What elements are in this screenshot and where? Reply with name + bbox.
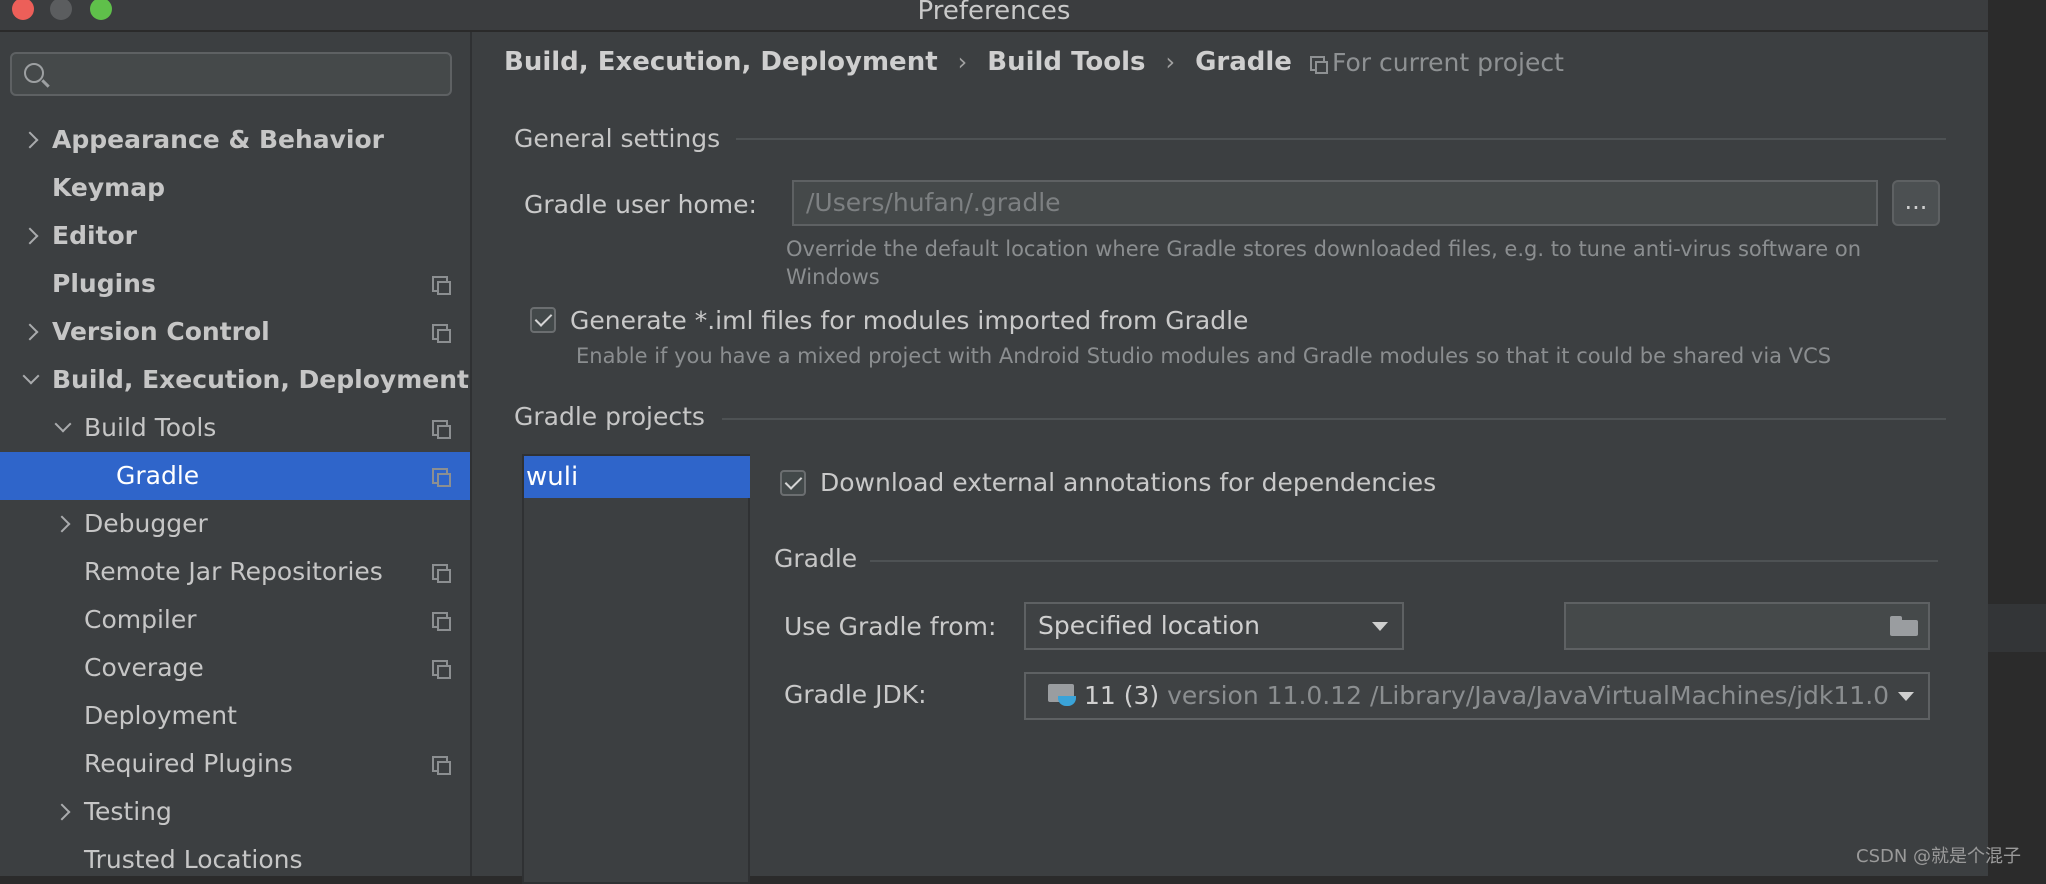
- browse-button[interactable]: ...: [1892, 180, 1940, 226]
- gradle-projects-heading: Gradle projects: [514, 402, 705, 431]
- project-scope-icon: [432, 468, 451, 487]
- hint-line: Windows: [786, 265, 880, 289]
- breadcrumb-separator: ›: [957, 47, 968, 76]
- sidebar-item-label: Debugger: [84, 509, 208, 538]
- use-gradle-from-dropdown[interactable]: Specified location: [1024, 602, 1404, 650]
- scope-label: For current project: [1310, 48, 1564, 77]
- settings-tree: Appearance & Behavior Keymap Editor Plug…: [0, 116, 470, 884]
- chevron-right-icon[interactable]: [22, 308, 42, 356]
- folder-icon[interactable]: [1890, 616, 1918, 636]
- download-annotations-label[interactable]: Download external annotations for depend…: [820, 468, 1436, 497]
- project-scope-icon: [432, 420, 451, 439]
- sidebar-item-debugger[interactable]: Debugger: [0, 500, 470, 548]
- project-scope-icon: [432, 612, 451, 631]
- sidebar-item-label: Build Tools: [84, 413, 217, 442]
- gradle-jdk-label: Gradle JDK:: [784, 680, 927, 709]
- list-item[interactable]: wuli: [524, 456, 750, 498]
- project-scope-icon: [432, 324, 451, 343]
- sidebar-item-keymap[interactable]: Keymap: [0, 164, 470, 212]
- use-gradle-from-label: Use Gradle from:: [784, 612, 997, 641]
- section-divider: [870, 560, 1938, 562]
- sidebar-item-label: Required Plugins: [84, 749, 293, 778]
- project-scope-icon: [432, 660, 451, 679]
- breadcrumb: Build, Execution, Deployment › Build Tools…: [504, 46, 1292, 86]
- sidebar-item-gradle[interactable]: Gradle: [0, 452, 470, 500]
- gradle-subsection-heading: Gradle: [774, 544, 858, 573]
- gradle-jdk-dropdown[interactable]: 11 (3) version 11.0.12 /Library/Java/Jav…: [1024, 672, 1930, 720]
- dropdown-value: Specified location: [1038, 611, 1260, 640]
- sidebar-item-label: Gradle: [116, 461, 200, 490]
- sidebar-item-label: Trusted Locations: [84, 845, 303, 874]
- gradle-settings-panel: Build, Execution, Deployment › Build Tools…: [472, 32, 1988, 884]
- sidebar-item-label: Build, Execution, Deployment: [52, 365, 469, 394]
- sidebar-item-deployment[interactable]: Deployment: [0, 692, 470, 740]
- breadcrumb-item[interactable]: Build, Execution, Deployment: [504, 47, 938, 77]
- sidebar-item-label: Keymap: [52, 173, 166, 202]
- generate-iml-label[interactable]: Generate *.iml files for modules importe…: [570, 306, 1248, 335]
- breadcrumb-separator: ›: [1165, 47, 1176, 76]
- sidebar-item-coverage[interactable]: Coverage: [0, 644, 470, 692]
- sidebar-item-build-execution-deployment[interactable]: Build, Execution, Deployment: [0, 356, 470, 404]
- section-divider: [736, 138, 1946, 140]
- chevron-right-icon[interactable]: [22, 212, 42, 260]
- sidebar-item-remote-jar-repositories[interactable]: Remote Jar Repositories: [0, 548, 470, 596]
- sidebar-item-label: Editor: [52, 221, 137, 250]
- sidebar-item-testing[interactable]: Testing: [0, 788, 470, 836]
- sidebar-item-label: Plugins: [52, 269, 156, 298]
- project-scope-icon: [432, 756, 451, 775]
- hint-line: Override the default location where Grad…: [786, 237, 1861, 261]
- breadcrumb-item: Gradle: [1195, 46, 1292, 77]
- sidebar-item-required-plugins[interactable]: Required Plugins: [0, 740, 470, 788]
- gradle-location-input[interactable]: [1564, 602, 1930, 650]
- section-divider: [722, 418, 1946, 420]
- sidebar-item-label: Compiler: [84, 605, 197, 634]
- sidebar-item-label: Version Control: [52, 317, 270, 346]
- chevron-right-icon[interactable]: [22, 116, 42, 164]
- generate-iml-hint: Enable if you have a mixed project with …: [576, 344, 1832, 368]
- window-title: Preferences: [917, 0, 1071, 26]
- watermark: CSDN @就是个混子: [1856, 846, 2022, 867]
- dropdown-arrow-icon: [1372, 622, 1388, 631]
- background-window: [1988, 0, 2046, 876]
- sidebar-item-editor[interactable]: Editor: [0, 212, 470, 260]
- sidebar-item-compiler[interactable]: Compiler: [0, 596, 470, 644]
- sidebar-item-label: Remote Jar Repositories: [84, 557, 383, 586]
- scope-text: For current project: [1332, 48, 1564, 77]
- sidebar-item-build-tools[interactable]: Build Tools: [0, 404, 470, 452]
- sidebar-item-label: Testing: [84, 797, 172, 826]
- sidebar-item-plugins[interactable]: Plugins: [0, 260, 470, 308]
- preferences-window: Preferences Appearance & Behavior Keymap…: [0, 0, 1988, 884]
- sidebar-item-label: Appearance & Behavior: [52, 125, 384, 154]
- sidebar-item-appearance-behavior[interactable]: Appearance & Behavior: [0, 116, 470, 164]
- breadcrumb-item[interactable]: Build Tools: [987, 47, 1145, 77]
- settings-search-input[interactable]: [10, 52, 452, 96]
- gradle-user-home-hint: Override the default location where Grad…: [786, 235, 1861, 291]
- gradle-projects-list: wuli: [522, 454, 750, 884]
- sidebar-item-label: Deployment: [84, 701, 237, 730]
- chevron-right-icon[interactable]: [54, 788, 74, 836]
- general-settings-heading: General settings: [514, 124, 721, 153]
- project-scope-icon: [432, 276, 451, 295]
- gradle-user-home-label: Gradle user home:: [524, 190, 757, 219]
- title-bar: Preferences: [0, 0, 1988, 32]
- sidebar-item-trusted-locations[interactable]: Trusted Locations: [0, 836, 470, 884]
- sidebar-item-label: Coverage: [84, 653, 204, 682]
- chevron-right-icon[interactable]: [54, 500, 74, 548]
- settings-sidebar: Appearance & Behavior Keymap Editor Plug…: [0, 32, 472, 876]
- jdk-version-path: version 11.0.12 /Library/Java/JavaVirtua…: [1167, 681, 1890, 710]
- chevron-down-icon[interactable]: [54, 404, 74, 452]
- generate-iml-checkbox[interactable]: [530, 307, 556, 333]
- jdk-name: 11 (3): [1084, 681, 1160, 710]
- project-scope-icon: [432, 564, 451, 583]
- dropdown-arrow-icon: [1898, 692, 1914, 701]
- jdk-folder-icon: [1048, 682, 1076, 708]
- gradle-user-home-input[interactable]: /Users/hufan/.gradle: [792, 180, 1878, 226]
- sidebar-item-version-control[interactable]: Version Control: [0, 308, 470, 356]
- project-scope-icon: [1310, 56, 1328, 74]
- chevron-down-icon[interactable]: [22, 356, 42, 404]
- download-annotations-checkbox[interactable]: [780, 470, 806, 496]
